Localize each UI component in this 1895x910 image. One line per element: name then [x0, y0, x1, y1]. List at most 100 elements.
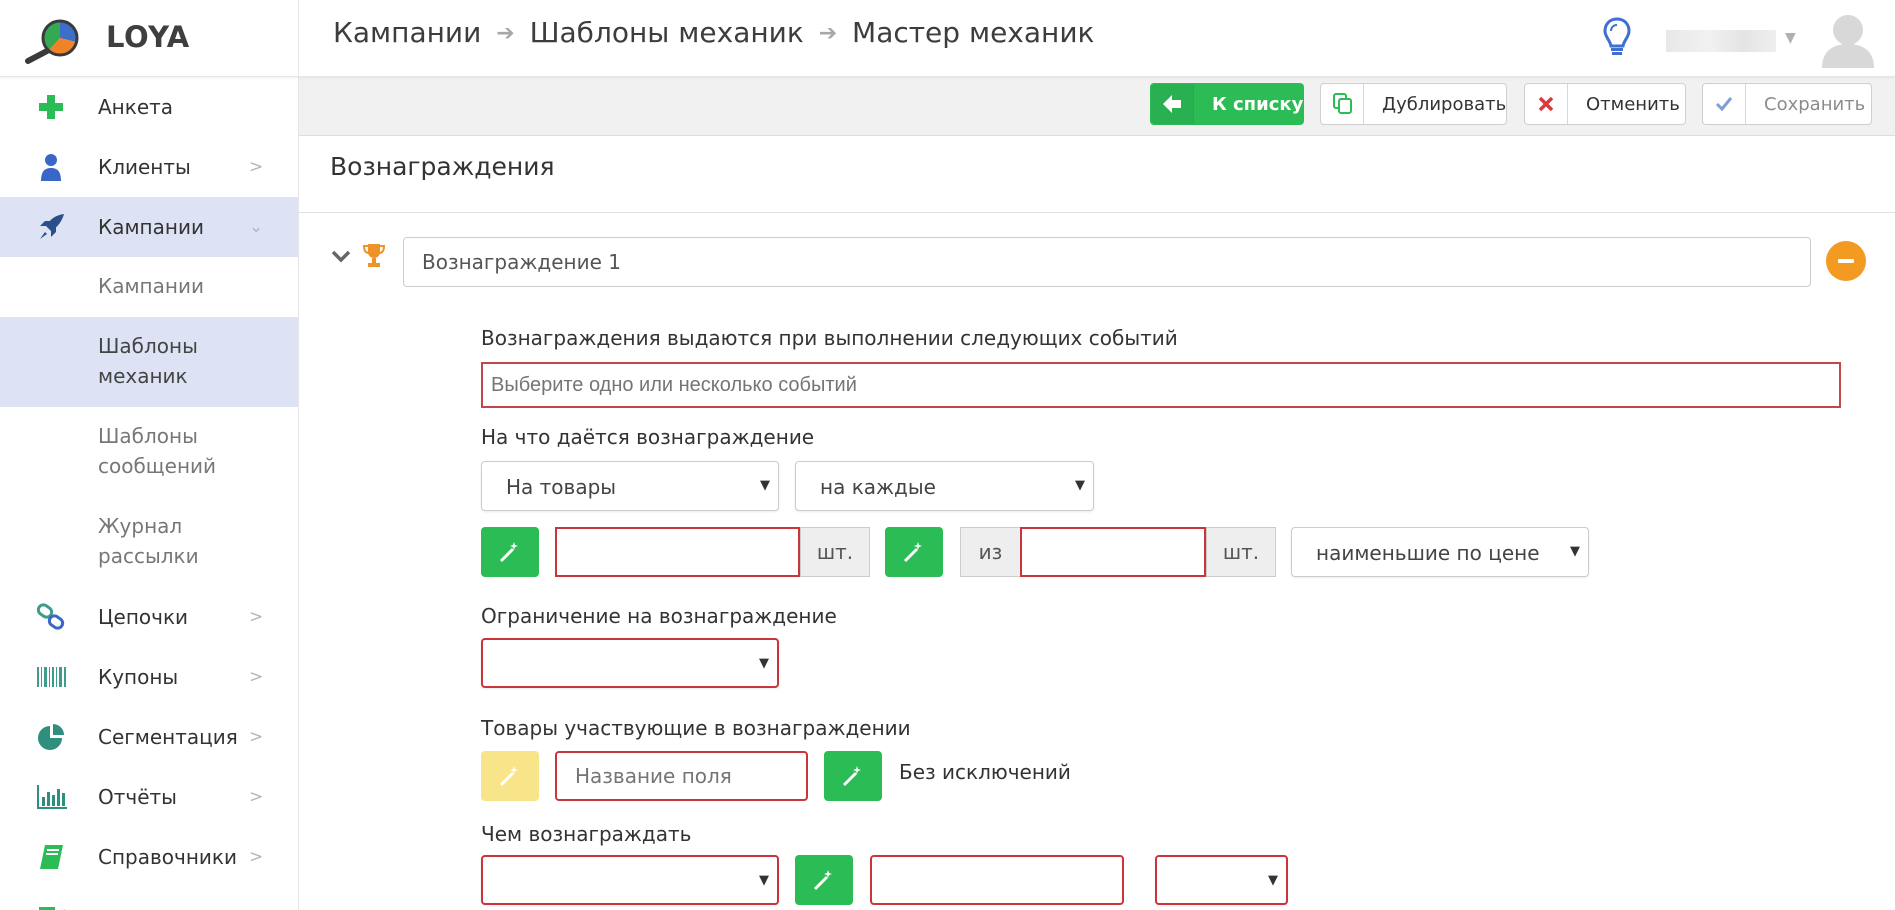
sidebar-item-reports[interactable]: Отчёты >	[0, 767, 298, 827]
frequency-select-value: на каждые	[820, 475, 936, 499]
chevron-right-icon: >	[249, 727, 264, 747]
sidebar-item-directories[interactable]: Справочники >	[0, 827, 298, 887]
sidebar-subitem-campaigns[interactable]: Кампании	[0, 257, 298, 317]
breadcrumb-item[interactable]: Кампании	[333, 16, 481, 49]
limit-select[interactable]: ▼	[481, 638, 779, 688]
chevron-right-icon: >	[249, 667, 264, 687]
breadcrumb: Кампании ➔ Шаблоны механик ➔ Мастер меха…	[333, 16, 1094, 49]
magic-wand-icon	[499, 542, 518, 563]
back-to-list-button[interactable]: К списку	[1150, 83, 1304, 125]
chevron-right-icon: >	[249, 847, 264, 867]
book-icon	[40, 845, 63, 869]
user-name-blurred[interactable]	[1666, 30, 1776, 52]
top-header: LOYA Кампании ➔ Шаблоны механик ➔ Мастер…	[0, 0, 1895, 77]
reward-type-select[interactable]: ▼	[481, 855, 779, 905]
sidebar-item-label: Сегментация	[98, 725, 238, 749]
logo[interactable]: LOYA	[0, 0, 299, 76]
bar-chart-icon	[37, 785, 67, 809]
sidebar-item-chains[interactable]: Цепочки >	[0, 587, 298, 647]
cancel-button[interactable]: Отменить	[1524, 83, 1686, 125]
close-icon	[1525, 84, 1568, 124]
sidebar-subitem-label: Журнал	[98, 514, 183, 538]
arrow-right-icon: ➔	[496, 21, 515, 46]
plus-icon	[39, 95, 63, 119]
duplicate-button[interactable]: Дублировать	[1320, 83, 1507, 125]
sidebar-item-segmentation[interactable]: Сегментация >	[0, 707, 298, 767]
magic-wand-icon	[813, 870, 832, 891]
magic-wand-icon	[842, 766, 861, 787]
sidebar-item-clients[interactable]: Клиенты >	[0, 137, 298, 197]
magic-wand-button[interactable]	[795, 855, 853, 905]
order-select[interactable]: наименьшие по цене ▼	[1291, 527, 1589, 577]
events-multiselect[interactable]	[481, 362, 1841, 408]
sidebar-item-questionnaire[interactable]: Анкета	[0, 77, 298, 137]
magic-wand-button[interactable]	[885, 527, 943, 577]
sidebar-item-label: Отчёты	[98, 785, 177, 809]
caret-down-icon: ▼	[1075, 478, 1085, 493]
rocket-icon	[40, 214, 64, 239]
sidebar-subitem-label: Кампании	[98, 274, 204, 298]
chevron-down-icon: ⌄	[249, 217, 264, 237]
caret-down-icon: ▼	[759, 656, 769, 671]
sidebar-item-coupons[interactable]: Купоны >	[0, 647, 298, 707]
arrow-right-icon: ➔	[818, 21, 838, 46]
save-button[interactable]: Сохранить	[1702, 83, 1872, 125]
magic-wand-button-disabled[interactable]	[481, 751, 539, 801]
frequency-select[interactable]: на каждые ▼	[795, 461, 1094, 511]
avatar[interactable]	[1820, 10, 1876, 68]
sidebar-item-campaigns[interactable]: Кампании ⌄	[0, 197, 298, 257]
sidebar-item-partial[interactable]	[0, 887, 298, 910]
arrow-left-icon	[1151, 84, 1194, 124]
sidebar-subitem-label: Шаблоны	[98, 334, 198, 358]
logo-text: LOYA	[106, 20, 190, 54]
save-label: Сохранить	[1764, 94, 1866, 115]
reward-value-input[interactable]	[870, 855, 1124, 905]
of-label: из	[960, 527, 1021, 577]
quantity-input[interactable]	[555, 527, 800, 577]
sidebar-item-label: Клиенты	[98, 155, 191, 179]
divider	[299, 212, 1895, 213]
export-icon	[39, 907, 65, 910]
breadcrumb-current: Мастер механик	[852, 16, 1095, 49]
sidebar-item-label: Анкета	[98, 95, 174, 119]
magic-wand-button[interactable]	[824, 751, 882, 801]
action-toolbar: К списку Дублировать Отменить Сохранить	[299, 77, 1895, 136]
products-label: Товары участвующие в вознаграждении	[481, 716, 911, 740]
chevron-down-icon[interactable]	[330, 246, 352, 266]
no-exclusions-text: Без исключений	[899, 760, 1071, 784]
magic-wand-icon	[903, 542, 922, 563]
target-select-value: На товары	[506, 475, 617, 499]
caret-down-icon: ▼	[1570, 544, 1580, 559]
events-label: Вознаграждения выдаются при выполнении с…	[481, 326, 1178, 350]
section-title: Вознаграждения	[330, 152, 555, 181]
magic-wand-icon	[499, 766, 518, 787]
caret-down-icon: ▼	[759, 873, 769, 888]
magic-wand-button[interactable]	[481, 527, 539, 577]
sidebar-item-label: Кампании	[98, 215, 204, 239]
chain-link-icon	[36, 603, 65, 630]
sidebar-subitem-label: механик	[98, 364, 188, 388]
caret-down-icon: ▼	[760, 478, 770, 493]
reward-with-label: Чем вознаграждать	[481, 822, 692, 846]
back-to-list-label: К списку	[1212, 94, 1304, 115]
sidebar-subitem-message-templates[interactable]: Шаблоны сообщений	[0, 407, 298, 497]
target-select[interactable]: На товары ▼	[481, 461, 779, 511]
breadcrumb-item[interactable]: Шаблоны механик	[530, 16, 804, 49]
lightbulb-icon[interactable]	[1601, 16, 1633, 58]
sidebar: Анкета Клиенты > Кампании ⌄ Кампании Шаб…	[0, 77, 299, 910]
limit-label: Ограничение на вознаграждение	[481, 604, 837, 628]
field-name-input[interactable]	[555, 751, 808, 801]
reward-name-input[interactable]	[403, 237, 1811, 287]
order-select-value: наименьшие по цене	[1316, 541, 1540, 565]
remove-reward-button[interactable]	[1826, 241, 1866, 281]
sidebar-subitem-mechanic-templates[interactable]: Шаблоны механик	[0, 317, 298, 407]
chevron-right-icon: >	[249, 607, 264, 627]
total-quantity-input[interactable]	[1020, 527, 1206, 577]
caret-down-icon: ▼	[1268, 873, 1278, 888]
caret-down-icon[interactable]: ▼	[1785, 30, 1796, 46]
sidebar-subitem-label: Шаблоны	[98, 424, 198, 448]
reward-unit-select[interactable]: ▼	[1155, 855, 1288, 905]
sidebar-subitem-mailing-log[interactable]: Журнал рассылки	[0, 497, 298, 587]
chevron-right-icon: >	[249, 157, 264, 177]
sidebar-item-label: Купоны	[98, 665, 179, 689]
